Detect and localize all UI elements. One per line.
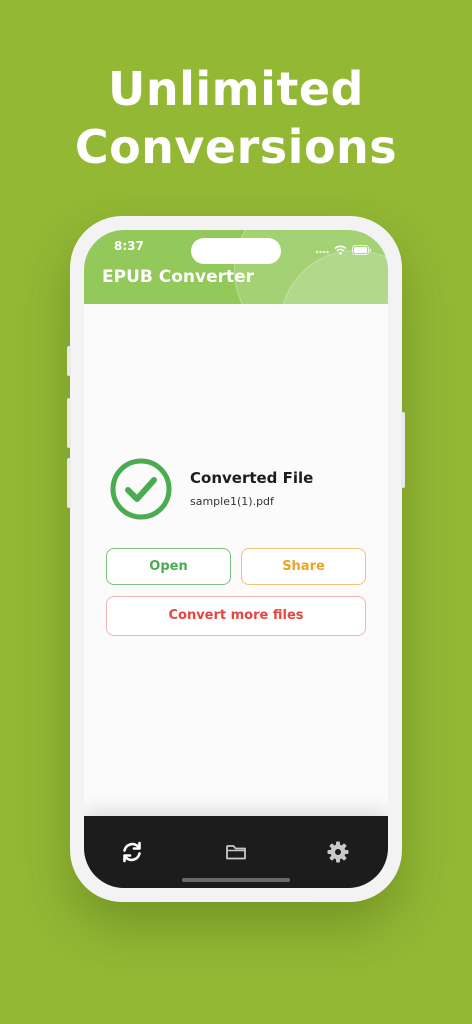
phone-mute-switch [67, 346, 71, 376]
tab-bar [84, 816, 388, 888]
signal-icon [315, 240, 329, 259]
status-time: 8:37 [114, 239, 144, 253]
status-icons [315, 240, 372, 259]
convert-more-button[interactable]: Convert more files [106, 596, 366, 636]
tab-convert[interactable] [120, 840, 144, 864]
app-header: 8:37 EPUB Converter [84, 230, 388, 304]
headline-line-2: Conversions [74, 120, 398, 174]
tab-files[interactable] [224, 840, 248, 864]
result-title: Converted File [190, 469, 314, 487]
app-title: EPUB Converter [102, 267, 255, 287]
result-file-name: sample1(1).pdf [190, 495, 274, 508]
tab-settings[interactable] [326, 840, 350, 864]
promo-stage: Unlimited Conversions 8:37 EPUB Converte… [0, 0, 472, 1024]
phone-power-button [401, 412, 405, 488]
check-circle-icon [110, 458, 172, 524]
refresh-icon [120, 841, 144, 868]
phone-frame: 8:37 EPUB Converter Converted File sampl… [67, 216, 405, 902]
phone-screen: 8:37 EPUB Converter Converted File sampl… [84, 230, 388, 888]
phone-volume-down [67, 458, 71, 508]
headline-line-1: Unlimited [108, 62, 364, 116]
folder-icon [224, 845, 248, 868]
battery-icon [352, 240, 372, 259]
open-button[interactable]: Open [106, 548, 231, 585]
wifi-icon [334, 240, 347, 259]
promo-headline: Unlimited Conversions [0, 60, 472, 176]
share-button[interactable]: Share [241, 548, 366, 585]
conversion-result: Converted File sample1(1).pdf [110, 458, 370, 524]
home-indicator [182, 878, 290, 882]
gear-icon [326, 841, 350, 868]
phone-volume-up [67, 398, 71, 448]
dynamic-island [191, 238, 281, 264]
